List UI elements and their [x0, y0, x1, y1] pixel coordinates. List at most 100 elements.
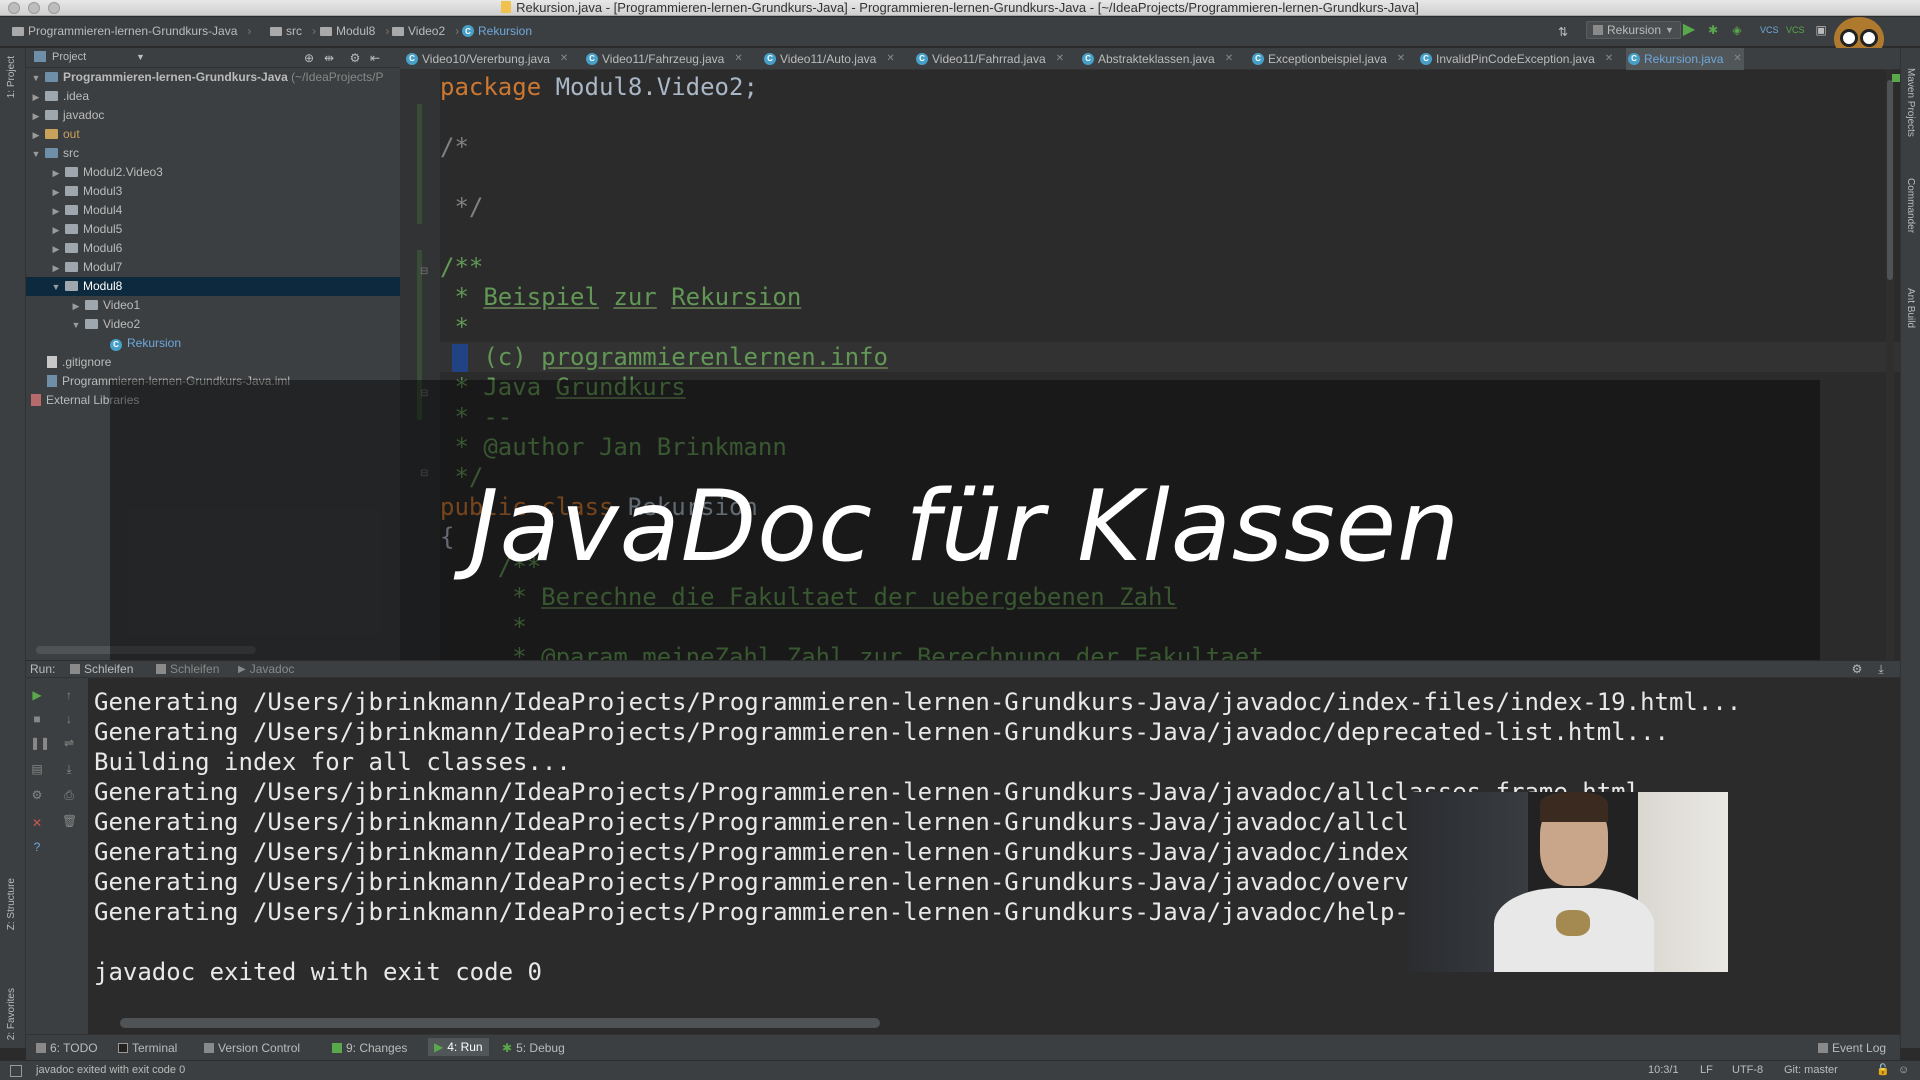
console-horizontal-scrollbar[interactable] — [120, 1018, 880, 1028]
event-log-button[interactable]: Event Log — [1818, 1041, 1886, 1055]
close-icon[interactable]: ✕ — [30, 816, 44, 830]
stop-icon[interactable]: ■ — [30, 712, 44, 726]
commander-tab[interactable]: Commander — [1905, 178, 1916, 233]
tab-invalidpincodeexception[interactable]: C InvalidPinCodeException.java ✕ — [1418, 48, 1615, 70]
tree-item-video1[interactable]: ▶ Video1 — [26, 296, 400, 315]
fold-icon[interactable]: ⊟ — [420, 266, 428, 277]
expanded-arrow-icon[interactable]: ▼ — [30, 69, 42, 88]
gear-icon[interactable]: ⚙ — [1850, 662, 1864, 676]
tree-item-idea[interactable]: ▶ .idea — [26, 87, 400, 106]
clear-all-icon[interactable]: 🗑 — [62, 814, 77, 828]
tree-item-modul8[interactable]: ▼ Modul8 — [26, 277, 400, 296]
rerun-icon[interactable]: ▶ — [30, 688, 44, 702]
collapsed-arrow-icon[interactable]: ▶ — [30, 88, 42, 107]
tab-auto[interactable]: C Video11/Auto.java ✕ — [762, 48, 897, 70]
project-view-selector[interactable]: Project — [52, 51, 86, 63]
debug-icon[interactable]: ✱ — [1706, 23, 1720, 37]
run-config-selector[interactable]: Rekursion ▼ — [1586, 21, 1681, 39]
inspection-ok-icon[interactable] — [1892, 74, 1900, 82]
editor-vertical-scrollbar[interactable] — [1886, 70, 1894, 660]
collapsed-arrow-icon[interactable]: ▶ — [30, 107, 42, 126]
breadcrumb-rekursion[interactable]: C Rekursion — [462, 24, 532, 38]
ant-build-tab[interactable]: Ant Build — [1905, 288, 1916, 328]
tree-item-modul3[interactable]: ▶ Modul3 — [26, 182, 400, 201]
terminal-tool-button[interactable]: Terminal — [118, 1041, 177, 1055]
breadcrumb-project[interactable]: Programmieren-lernen-Grundkurs-Java › — [12, 24, 251, 38]
toggle-tool-windows-icon[interactable] — [10, 1065, 22, 1077]
tree-item-project-root[interactable]: ▼ Programmieren-lernen-Grundkurs-Java (~/… — [26, 68, 400, 87]
tab-vererbung[interactable]: C Video10/Vererbung.java ✕ — [404, 48, 570, 70]
dump-threads-icon[interactable]: ▤ — [30, 762, 44, 776]
sync-icon[interactable]: ⇅ — [1556, 25, 1570, 39]
tab-rekursion[interactable]: C Rekursion.java ✕ — [1626, 48, 1744, 70]
tree-item-src[interactable]: ▼ src — [26, 144, 400, 163]
soft-wrap-icon[interactable]: ⇌ — [62, 736, 76, 750]
version-control-tool-button[interactable]: Version Control — [204, 1041, 300, 1055]
breadcrumb-modul8[interactable]: Modul8 › — [320, 24, 389, 38]
tree-item-modul7[interactable]: ▶ Modul7 — [26, 258, 400, 277]
tree-item-javadoc[interactable]: ▶ javadoc — [26, 106, 400, 125]
scroll-up-icon[interactable]: ↑ — [62, 688, 76, 702]
gear-icon[interactable]: ⚙ — [348, 51, 362, 65]
vcs-update-icon[interactable]: VCS — [1760, 23, 1779, 37]
close-tab-icon[interactable]: ✕ — [1225, 48, 1233, 70]
run-tool-button[interactable]: ▶ 4: Run — [428, 1038, 489, 1056]
collapsed-arrow-icon[interactable]: ▶ — [50, 183, 62, 202]
collapsed-arrow-icon[interactable]: ▶ — [50, 259, 62, 278]
chevron-down-icon[interactable]: ▼ — [136, 52, 145, 62]
collapsed-arrow-icon[interactable]: ▶ — [30, 126, 42, 145]
layout-icon[interactable]: ▣ — [1814, 23, 1828, 37]
project-tool-tab[interactable]: 1: Project — [6, 56, 17, 98]
vcs-commit-icon[interactable]: VCS — [1786, 23, 1805, 37]
close-tab-icon[interactable]: ✕ — [886, 48, 894, 70]
scroll-to-end-icon[interactable]: ⤓ — [62, 762, 76, 776]
tree-item-modul5[interactable]: ▶ Modul5 — [26, 220, 400, 239]
tree-item-modul6[interactable]: ▶ Modul6 — [26, 239, 400, 258]
tab-fahrrad[interactable]: C Video11/Fahrrad.java ✕ — [914, 48, 1066, 70]
hide-panel-icon[interactable]: ⇤ — [368, 51, 382, 65]
tree-item-gitignore[interactable]: .gitignore — [26, 353, 400, 372]
inspector-icon[interactable]: ☺ — [1898, 1061, 1909, 1080]
line-separator[interactable]: LF — [1700, 1061, 1713, 1080]
collapsed-arrow-icon[interactable]: ▶ — [50, 240, 62, 259]
close-tab-icon[interactable]: ✕ — [734, 48, 742, 70]
tree-item-modul4[interactable]: ▶ Modul4 — [26, 201, 400, 220]
settings-icon[interactable]: ⚙ — [30, 788, 44, 802]
close-tab-icon[interactable]: ✕ — [1733, 48, 1741, 70]
debug-tool-button[interactable]: ✱ 5: Debug — [502, 1041, 565, 1055]
collapse-all-icon[interactable]: ⇹ — [322, 51, 336, 65]
tab-exceptionbeispiel[interactable]: C Exceptionbeispiel.java ✕ — [1250, 48, 1407, 70]
collapsed-arrow-icon[interactable]: ▶ — [50, 221, 62, 240]
maven-projects-tab[interactable]: Maven Projects — [1905, 68, 1916, 137]
run-icon[interactable]: ▶ — [1682, 22, 1696, 38]
expanded-arrow-icon[interactable]: ▼ — [30, 145, 42, 164]
print-icon[interactable]: ⎙ — [62, 788, 76, 802]
close-tab-icon[interactable]: ✕ — [1605, 48, 1613, 70]
breadcrumb-video2[interactable]: Video2 › — [392, 24, 459, 38]
scroll-down-icon[interactable]: ↓ — [62, 712, 76, 726]
tree-item-modul2-video3[interactable]: ▶ Modul2.Video3 — [26, 163, 400, 182]
structure-tool-tab[interactable]: Z: Structure — [6, 878, 17, 930]
close-tab-icon[interactable]: ✕ — [1056, 48, 1064, 70]
expanded-arrow-icon[interactable]: ▼ — [50, 278, 62, 297]
tree-item-video2[interactable]: ▼ Video2 — [26, 315, 400, 334]
hide-panel-icon[interactable]: ⤓ — [1874, 662, 1888, 676]
zoom-window-button[interactable] — [48, 2, 60, 14]
pause-icon[interactable]: ❚❚ — [30, 736, 50, 750]
locate-icon[interactable]: ⊕ — [302, 51, 316, 65]
coverage-icon[interactable]: ◈ — [1730, 23, 1744, 37]
lock-icon[interactable]: 🔓 — [1876, 1061, 1890, 1080]
collapsed-arrow-icon[interactable]: ▶ — [50, 202, 62, 221]
file-encoding[interactable]: UTF-8 — [1732, 1061, 1763, 1080]
close-tab-icon[interactable]: ✕ — [560, 48, 568, 70]
minimize-window-button[interactable] — [28, 2, 40, 14]
todo-tool-button[interactable]: 6: TODO — [36, 1041, 98, 1055]
collapsed-arrow-icon[interactable]: ▶ — [50, 164, 62, 183]
git-branch[interactable]: Git: master — [1784, 1061, 1838, 1080]
close-tab-icon[interactable]: ✕ — [1397, 48, 1405, 70]
run-tab-javadoc[interactable]: ▶ Javadoc — [238, 662, 294, 676]
help-icon[interactable]: ? — [30, 840, 44, 854]
tab-abstrakteklassen[interactable]: C Abstrakteklassen.java ✕ — [1080, 48, 1235, 70]
expanded-arrow-icon[interactable]: ▼ — [70, 316, 82, 335]
favorites-tool-tab[interactable]: 2: Favorites — [6, 988, 17, 1040]
